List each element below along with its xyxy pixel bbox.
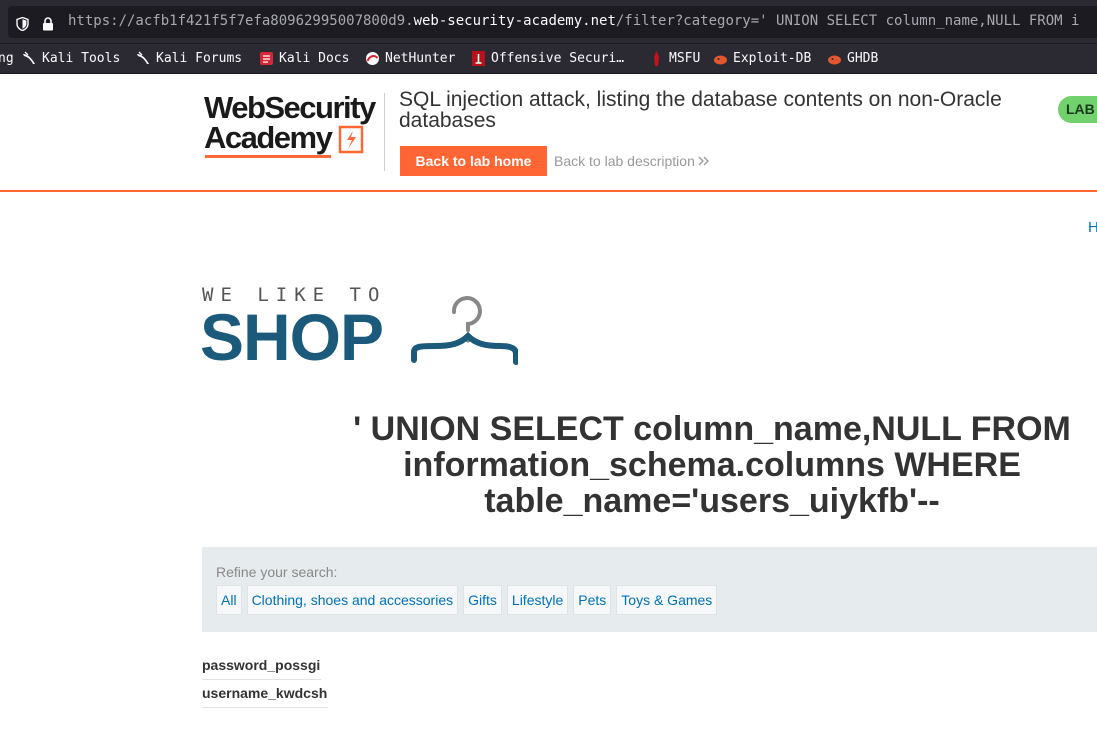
- bookmark-label: Kali Docs: [279, 51, 350, 66]
- category-list: All Clothing, shoes and accessories Gift…: [216, 585, 718, 615]
- bookmark-label: Kali Tools: [42, 51, 121, 66]
- lab-status-badge: LAB: [1058, 96, 1097, 123]
- logo-line1: WebSecurity: [204, 90, 376, 125]
- offsec-icon: [472, 51, 485, 66]
- lightning-bolt-icon: [338, 125, 364, 154]
- logo-underline: [205, 155, 331, 158]
- bookmark-label: Kali Forums: [156, 51, 243, 66]
- bookmark-label: ng: [0, 51, 14, 66]
- lab-title: SQL injection attack, listing the databa…: [399, 88, 1002, 132]
- bookmark-kali-tools[interactable]: Kali Tools: [22, 51, 120, 66]
- back-to-lab-home-button[interactable]: Back to lab home: [400, 146, 547, 176]
- lock-icon[interactable]: [42, 17, 54, 31]
- lab-header: WebSecurity Academy SQL injection attack…: [0, 75, 1097, 192]
- back-to-lab-description-link[interactable]: Back to lab description: [554, 153, 710, 169]
- nethunter-icon: [366, 52, 379, 65]
- bookmarks-bar: ng Kali Tools Kali Forums Kali Docs NetH…: [0, 44, 1097, 74]
- browser-url-bar: https://acfb1f421f5f7efa80962995007800d9…: [0, 0, 1097, 44]
- tracking-shield-icon[interactable]: [16, 17, 29, 31]
- filter-pets[interactable]: Pets: [573, 585, 612, 615]
- filter-toys-games[interactable]: Toys & Games: [616, 585, 718, 615]
- back-to-description-label: Back to lab description: [554, 153, 695, 169]
- shop-logo: WE LIKE TO SHOP: [200, 284, 522, 374]
- url-text[interactable]: https://acfb1f421f5f7efa80962995007800d9…: [68, 13, 1079, 29]
- bookmark-label: NetHunter: [385, 51, 456, 66]
- shop-name: SHOP: [200, 300, 384, 374]
- bookmark-nethunter[interactable]: NetHunter: [365, 51, 455, 66]
- double-chevron-right-icon: [698, 156, 709, 166]
- filter-all[interactable]: All: [216, 585, 242, 615]
- logo-line2: Academy: [204, 120, 333, 155]
- url-path: /filter?category=' UNION SELECT column_n…: [615, 13, 1080, 29]
- bookmark-offensive-security[interactable]: Offensive Securi…: [471, 51, 624, 66]
- table-row: password_possgi: [202, 652, 322, 680]
- exploit-db-icon: [714, 55, 727, 65]
- bookmark-exploit-db[interactable]: Exploit-DB: [713, 51, 811, 66]
- ghdb-icon: [828, 55, 841, 65]
- filter-lifestyle[interactable]: Lifestyle: [506, 585, 569, 615]
- bookmark-label: GHDB: [847, 51, 879, 66]
- bookmark-msfu[interactable]: MSFU: [649, 51, 700, 66]
- table-row: username_kwdcsh: [202, 680, 329, 708]
- kali-dragon-icon: [23, 51, 35, 64]
- bookmark-label: Exploit-DB: [733, 51, 812, 66]
- url-host: web-security-academy.net: [413, 13, 616, 29]
- hanger-icon: [411, 296, 518, 365]
- kali-dragon-icon: [137, 51, 149, 64]
- url-prefix: https://acfb1f421f5f7efa80962995007800d9…: [68, 13, 414, 29]
- bookmark-ghdb[interactable]: GHDB: [827, 51, 878, 66]
- filter-clothing[interactable]: Clothing, shoes and accessories: [246, 585, 459, 615]
- header-divider: [384, 93, 385, 171]
- kali-docs-icon: [260, 52, 273, 65]
- bookmark-label: MSFU: [669, 51, 701, 66]
- results-table: password_possgi username_kwdcsh: [202, 652, 329, 708]
- bookmark-kali-docs[interactable]: Kali Docs: [259, 51, 349, 66]
- web-security-academy-logo[interactable]: WebSecurity Academy: [204, 92, 384, 162]
- msfu-icon: [654, 51, 659, 66]
- refine-label: Refine your search:: [216, 564, 338, 580]
- bookmark-item[interactable]: ng: [0, 51, 14, 66]
- search-heading: ' UNION SELECT column_name,NULL FROM inf…: [353, 410, 1071, 520]
- filter-panel: Refine your search: All Clothing, shoes …: [202, 547, 1097, 632]
- home-link[interactable]: H: [1088, 219, 1097, 236]
- filter-gifts[interactable]: Gifts: [463, 585, 502, 615]
- bookmark-kali-forums[interactable]: Kali Forums: [136, 51, 242, 66]
- bookmark-label: Offensive Securi…: [491, 51, 625, 66]
